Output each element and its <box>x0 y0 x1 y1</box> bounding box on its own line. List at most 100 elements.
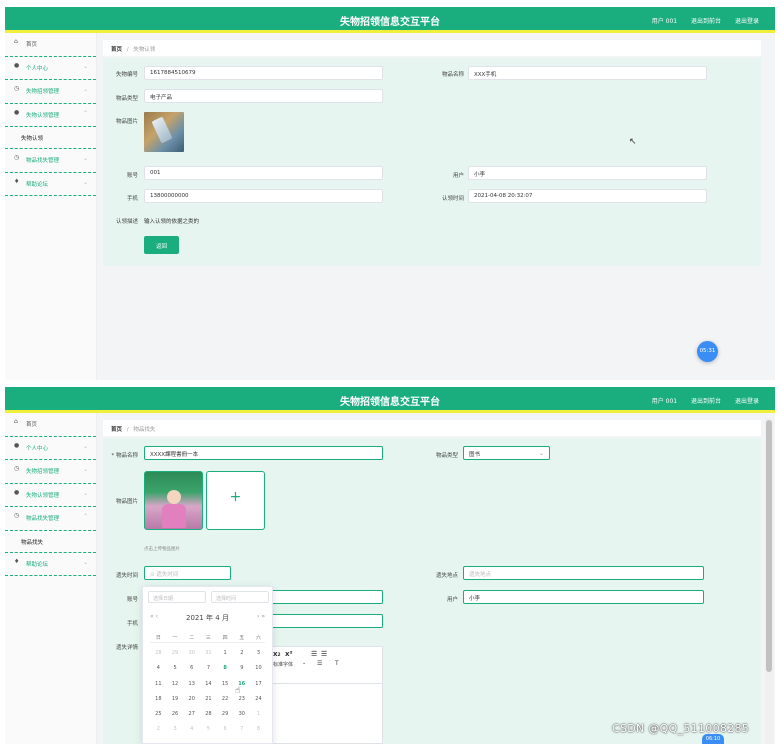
calendar-day[interactable]: 12 <box>167 677 184 692</box>
vertical-scrollbar[interactable] <box>765 418 773 744</box>
chevron-down-icon: ⌄ <box>538 450 544 457</box>
item-type-field[interactable]: 电子产品 <box>144 89 383 103</box>
editor-bullet-list-button[interactable]: ☰ <box>321 650 327 658</box>
sidebar-item-label: 失物招领管理 <box>26 89 60 95</box>
uploaded-item-photo[interactable] <box>144 471 203 530</box>
calendar-day[interactable]: 2 <box>233 646 250 661</box>
claim-time-field[interactable]: 2021-04-08 20:32:07 <box>468 189 707 203</box>
sidebar-item-home[interactable]: ⌂ 首页 <box>5 33 96 57</box>
calendar-day[interactable]: 28 <box>150 646 167 661</box>
breadcrumb-home[interactable]: 首页 <box>111 427 122 433</box>
user-field[interactable]: 小李 <box>468 166 707 180</box>
calendar-day[interactable]: 19 <box>167 692 184 707</box>
calendar-day[interactable]: 26 <box>167 707 184 722</box>
calendar-day[interactable]: 3 <box>250 646 267 661</box>
calendar-day[interactable]: 20 <box>183 692 200 707</box>
account-field[interactable]: 001 <box>144 166 383 180</box>
back-to-frontend-link[interactable]: 退出到前台 <box>691 398 721 405</box>
sidebar-item-find-item-mgmt[interactable]: ◷ 物品找失管理 ⌄ <box>5 149 96 173</box>
sidebar-item-personal-center[interactable]: ● 个人中心 ⌄ <box>5 437 96 460</box>
sidebar-item-lost-found-mgmt[interactable]: ◷ 失物招领管理 ⌄ <box>5 460 96 484</box>
breadcrumb-home[interactable]: 首页 <box>111 47 122 53</box>
calendar-day[interactable]: 30 <box>233 707 250 722</box>
item-name-field[interactable]: XXXX課程書冊一本 <box>144 446 383 460</box>
calendar-day[interactable]: 10 <box>250 661 267 676</box>
item-name-field[interactable]: XXX手机 <box>468 66 707 80</box>
logout-link[interactable]: 退出登录 <box>735 18 759 25</box>
calendar-day[interactable]: 27 <box>183 707 200 722</box>
header-links: 用户 001 退出到前台 退出登录 <box>640 396 759 405</box>
home-icon: ⌂ <box>14 418 18 425</box>
calendar-day[interactable]: 17 <box>250 677 267 692</box>
next-month-button[interactable]: › » <box>257 613 265 620</box>
sidebar-item-home[interactable]: ⌂ 首页 <box>5 413 96 437</box>
sidebar-subitem-find-item[interactable]: 物品找失 <box>5 531 96 553</box>
lost-no-field[interactable]: 1617884510679 <box>144 66 383 80</box>
sidebar-item-claim-mgmt[interactable]: ● 失物认领管理 ⌃ <box>5 104 96 127</box>
calendar-day[interactable]: 7 <box>200 661 217 676</box>
lost-place-input[interactable]: 遗失地点 <box>463 566 704 580</box>
sidebar-item-help-forum[interactable]: ♦ 帮助论坛 ⌄ <box>5 553 96 576</box>
sidebar-item-personal-center[interactable]: ● 个人中心 ⌄ <box>5 57 96 80</box>
calendar-day[interactable]: 30 <box>183 646 200 661</box>
lost-time-picker[interactable]: ⊙ 遗失时间 <box>144 566 231 580</box>
calendar-day[interactable]: 1 <box>250 707 267 722</box>
chevron-down-icon: ⌄ <box>82 86 88 93</box>
calendar-day[interactable]: 22 <box>217 692 234 707</box>
calendar-day[interactable]: 18 <box>150 692 167 707</box>
sidebar-item-lost-found-mgmt[interactable]: ◷ 失物招领管理 ⌄ <box>5 80 96 104</box>
plus-icon: + <box>229 489 242 505</box>
time-input[interactable]: 选择时间 <box>211 591 269 603</box>
align-icon[interactable]: ☰ <box>317 660 322 667</box>
logout-link[interactable]: 退出登录 <box>735 398 759 405</box>
calendar-week-row: 2 3 4 5 6 7 8 <box>150 722 267 737</box>
sidebar-item-label: 失物认领管理 <box>26 492 60 499</box>
back-button[interactable]: 返回 <box>144 236 179 254</box>
calendar-day[interactable]: 25 <box>150 707 167 722</box>
calendar-day[interactable]: 7 <box>233 722 250 737</box>
editor-ordered-list-button[interactable]: ☰ <box>311 650 317 658</box>
phone-field[interactable]: 13800000000 <box>144 189 383 203</box>
calendar-day[interactable]: 28 <box>200 707 217 722</box>
calendar-day[interactable]: 5 <box>200 722 217 737</box>
date-input[interactable]: 选择日期 <box>148 591 206 603</box>
calendar-day[interactable]: 5 <box>167 661 184 676</box>
upload-image-button[interactable]: + <box>206 471 265 530</box>
calendar-day-today[interactable]: 8 <box>217 661 234 676</box>
calendar-day[interactable]: 8 <box>250 722 267 737</box>
editor-font-select[interactable]: 标准字体 <box>273 661 293 668</box>
calendar-day[interactable]: 21 <box>200 692 217 707</box>
calendar-day[interactable]: 4 <box>150 661 167 676</box>
lost-place-label: 遗失地点 <box>435 573 458 579</box>
sidebar-item-help-forum[interactable]: ♦ 帮助论坛 ⌄ <box>5 173 96 196</box>
calendar-day[interactable]: 1 <box>217 646 234 661</box>
current-user-link[interactable]: 用户 001 <box>652 18 677 25</box>
editor-subscript-button[interactable]: x₂ <box>273 650 281 658</box>
sidebar-subitem-claim[interactable]: 失物认领 <box>5 127 96 149</box>
calendar-day[interactable]: 14 <box>200 677 217 692</box>
calendar-day[interactable]: 9 <box>233 661 250 676</box>
calendar-day[interactable]: 3 <box>167 722 184 737</box>
calendar-day[interactable]: 24 <box>250 692 267 707</box>
calendar-day[interactable]: 11 <box>150 677 167 692</box>
clear-format-icon[interactable]: T <box>335 660 339 667</box>
calendar-day[interactable]: 31 <box>200 646 217 661</box>
calendar-day[interactable]: 6 <box>217 722 234 737</box>
sidebar-item-claim-mgmt[interactable]: ● 失物认领管理 ⌄ <box>5 484 96 507</box>
calendar-day[interactable]: 13 <box>183 677 200 692</box>
back-to-frontend-link[interactable]: 退出到前台 <box>691 18 721 25</box>
user-field[interactable]: 小李 <box>463 590 704 604</box>
calendar-day[interactable]: 6 <box>183 661 200 676</box>
calendar-day[interactable]: 29 <box>217 707 234 722</box>
calendar-day[interactable]: 15 <box>217 677 234 692</box>
timer-badge: 05:31 <box>697 341 718 362</box>
account-label: 账号 <box>126 597 138 603</box>
calendar-day[interactable]: 4 <box>183 722 200 737</box>
calendar-day[interactable]: 29 <box>167 646 184 661</box>
editor-superscript-button[interactable]: x² <box>285 650 293 658</box>
scrollbar-thumb[interactable] <box>766 420 772 672</box>
sidebar-item-find-item-mgmt[interactable]: ◷ 物品找失管理 ⌃ <box>5 507 96 531</box>
item-type-select[interactable]: 图书 ⌄ <box>463 446 550 460</box>
current-user-link[interactable]: 用户 001 <box>652 398 677 405</box>
calendar-day[interactable]: 2 <box>150 722 167 737</box>
